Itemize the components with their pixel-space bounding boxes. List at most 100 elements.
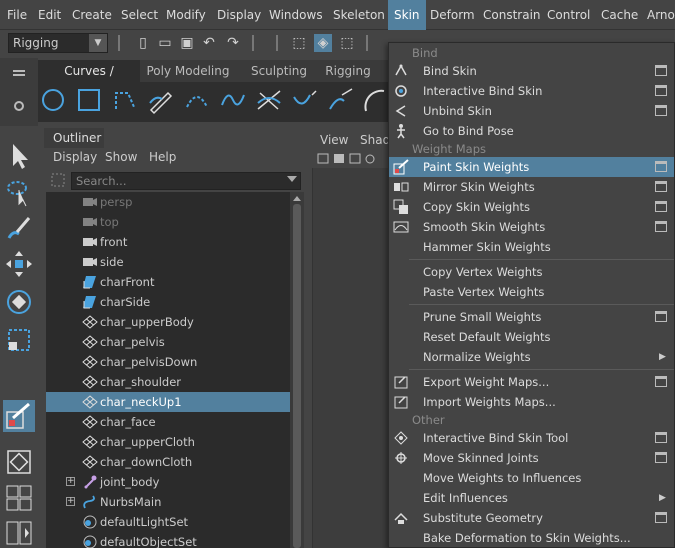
outliner-row[interactable]: front [46,232,290,252]
tab-rigging[interactable]: Rigging [318,60,378,82]
menu-item-paint-skin-weights[interactable]: Paint Skin Weights [389,157,674,177]
chevron-down-icon[interactable] [287,176,297,182]
paint-skin-weights-tool-icon[interactable] [3,400,35,432]
outliner-row[interactable]: char_pelvisDown [46,352,290,372]
single-perspective-layout-icon[interactable] [3,446,35,478]
menu-item-interactive-bind-skin[interactable]: Interactive Bind Skin [389,81,674,101]
open-scene-icon[interactable]: ▭ [156,34,174,52]
menu-item-unbind-skin[interactable]: Unbind Skin [389,101,674,121]
viewport-menu-shading[interactable]: Shad [360,131,390,149]
pencil-curve-tool-icon[interactable] [146,85,176,115]
menu-item-smooth-skin-weights[interactable]: Smooth Skin Weights [389,217,674,237]
four-view-layout-icon[interactable] [3,484,35,512]
select-object-icon[interactable]: ◈ [314,34,332,52]
outliner-row[interactable]: char_downCloth [46,452,290,472]
outliner-tab[interactable]: Outliner [44,128,104,148]
option-box-icon[interactable] [655,311,667,322]
lasso-tool-icon[interactable] [3,176,35,208]
menu-arnold[interactable]: Arnol [647,0,675,30]
bezier-curve-icon[interactable] [218,85,248,115]
menu-item-mirror-skin-weights[interactable]: Mirror Skin Weights [389,177,674,197]
menu-file[interactable]: File [7,0,27,30]
menu-edit[interactable]: Edit [38,0,61,30]
menu-item-export-weight-maps[interactable]: Export Weight Maps... [389,372,674,392]
menu-item-copy-vertex-weights[interactable]: Copy Vertex Weights [389,262,674,282]
outliner-row[interactable]: side [46,252,290,272]
menu-windows[interactable]: Windows [269,0,323,30]
option-box-icon[interactable] [655,181,667,192]
option-box-icon[interactable] [655,105,667,116]
menu-item-import-weights-maps[interactable]: Import Weights Maps... [389,392,674,412]
option-box-icon[interactable] [655,512,667,523]
menu-skeleton[interactable]: Skeleton [333,0,385,30]
menu-select[interactable]: Select [121,0,158,30]
outliner-row[interactable]: char_upperBody [46,312,290,332]
three-point-arc-icon[interactable] [182,85,212,115]
menu-item-bake-deformation-to-skin-weights[interactable]: Bake Deformation to Skin Weights... [389,528,674,548]
outliner-menu-show[interactable]: Show [105,148,137,166]
menu-create[interactable]: Create [72,0,112,30]
menu-item-move-weights-to-influences[interactable]: Move Weights to Influences [389,468,674,488]
tab-sculpting[interactable]: Sculpting [244,60,314,82]
viewport-menu-view[interactable]: View [320,131,348,149]
menu-item-hammer-skin-weights[interactable]: Hammer Skin Weights [389,237,674,257]
menu-item-move-skinned-joints[interactable]: Move Skinned Joints [389,448,674,468]
undo-icon[interactable]: ↶ [200,34,218,52]
select-hierarchy-icon[interactable]: ⬚ [290,34,308,52]
menu-item-go-to-bind-pose[interactable]: Go to Bind Pose [389,121,674,141]
scale-tool-icon[interactable] [3,324,35,356]
outliner-menu-display[interactable]: Display [53,148,97,166]
outliner-row[interactable]: top [46,212,290,232]
outliner-layout-icon[interactable] [3,520,35,546]
save-scene-icon[interactable]: ▣ [178,34,196,52]
outliner-scroll-thumb[interactable] [293,204,301,548]
expand-icon[interactable]: + [66,497,75,506]
option-box-icon[interactable] [655,432,667,443]
option-box-icon[interactable] [655,65,667,76]
expand-icon[interactable]: + [66,477,75,486]
nurbs-circle-icon[interactable] [38,85,68,115]
outliner-menu-help[interactable]: Help [149,148,176,166]
menu-item-prune-small-weights[interactable]: Prune Small Weights [389,307,674,327]
extend-curve-icon[interactable] [326,85,356,115]
tab-poly-modeling[interactable]: Poly Modeling [146,60,230,82]
menu-item-normalize-weights[interactable]: Normalize Weights ▶ [389,347,674,367]
rotate-tool-icon[interactable] [3,286,35,318]
outliner-search-input[interactable]: Search... [71,172,301,190]
option-box-icon[interactable] [655,376,667,387]
select-component-icon[interactable]: ⬚ [338,34,356,52]
menu-item-copy-skin-weights[interactable]: Copy Skin Weights [389,197,674,217]
menu-item-bind-skin[interactable]: Bind Skin [389,61,674,81]
menu-item-interactive-bind-skin-tool[interactable]: Interactive Bind Skin Tool [389,428,674,448]
arc-tool-icon[interactable] [358,85,388,115]
outliner-row[interactable]: char_shoulder [46,372,290,392]
tab-curves-surfaces[interactable]: Curves / Surfaces [38,60,140,100]
option-box-icon[interactable] [655,161,667,172]
move-tool-icon[interactable] [3,248,35,280]
menu-modify[interactable]: Modify [166,0,206,30]
menu-display[interactable]: Display [217,0,261,30]
menu-item-paste-vertex-weights[interactable]: Paste Vertex Weights [389,282,674,302]
option-box-icon[interactable] [655,221,667,232]
menuset-dropdown[interactable]: Rigging ▼ [8,33,108,53]
outliner-row[interactable]: char_face [46,412,290,432]
menu-item-edit-influences[interactable]: Edit Influences ▶ [389,488,674,508]
outliner-row[interactable]: charSide [46,292,290,312]
option-box-icon[interactable] [655,452,667,463]
outliner-row[interactable]: defaultObjectSet [46,532,290,548]
outliner-row[interactable]: char_pelvis [46,332,290,352]
outliner-row[interactable]: + joint_body [46,472,290,492]
menu-cache[interactable]: Cache [601,0,638,30]
cut-curve-icon[interactable] [254,85,284,115]
menu-deform[interactable]: Deform [430,0,475,30]
paint-select-tool-icon[interactable] [3,212,35,244]
menu-skin[interactable]: Skin [388,0,426,30]
cv-curve-tool-icon[interactable] [110,85,140,115]
new-scene-icon[interactable]: ▯ [134,34,152,52]
outliner-row[interactable]: char_upperCloth [46,432,290,452]
menu-control[interactable]: Control [547,0,590,30]
redo-icon[interactable]: ↷ [224,34,242,52]
outliner-row[interactable]: persp [46,192,290,212]
outliner-row[interactable]: charFront [46,272,290,292]
outliner-row[interactable]: defaultLightSet [46,512,290,532]
